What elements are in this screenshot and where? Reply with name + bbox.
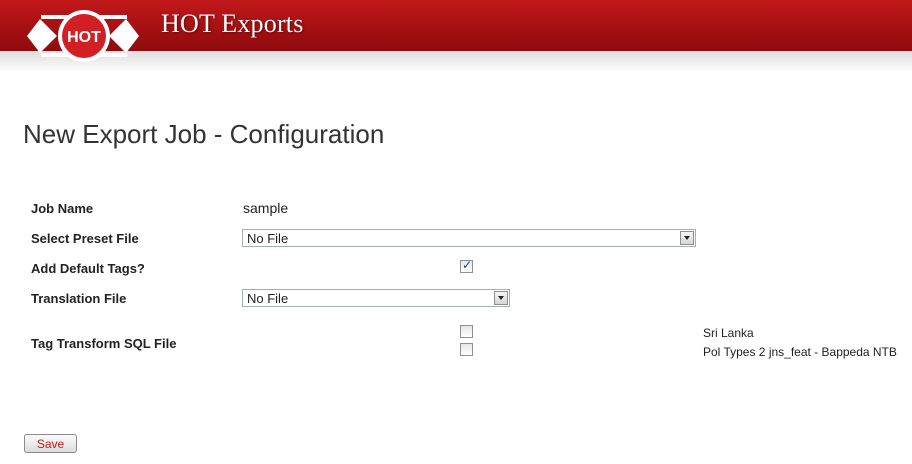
preset-file-label: Select Preset File	[31, 231, 139, 246]
sql-file-name-pol-types: Pol Types 2 jns_feat - Bappeda NTB	[703, 345, 897, 359]
translation-file-selected: No File	[247, 291, 289, 306]
hot-logo-icon[interactable]: HOT	[27, 9, 139, 71]
chevron-down-icon[interactable]	[494, 291, 508, 305]
default-tags-checkbox[interactable]	[460, 258, 473, 273]
default-tags-label: Add Default Tags?	[31, 261, 145, 276]
page-title: New Export Job - Configuration	[23, 119, 385, 149]
brand-title: HOT Exports	[161, 9, 304, 38]
save-button[interactable]: Save	[24, 434, 77, 453]
logo-text: HOT	[67, 29, 101, 46]
tag-transform-label: Tag Transform SQL File	[31, 336, 177, 351]
tag-transform-checkbox-sri-lanka[interactable]	[460, 325, 473, 338]
preset-file-select[interactable]: No File	[242, 229, 696, 247]
sql-file-name-sri-lanka: Sri Lanka	[703, 326, 754, 340]
job-name-value: sample	[243, 200, 289, 216]
translation-file-label: Translation File	[31, 291, 127, 306]
chevron-down-icon[interactable]	[680, 231, 694, 245]
translation-file-select[interactable]: No File	[242, 289, 510, 307]
job-name-label: Job Name	[31, 201, 94, 216]
preset-file-selected: No File	[247, 231, 289, 246]
tag-transform-checkbox-pol-types[interactable]	[460, 343, 473, 356]
